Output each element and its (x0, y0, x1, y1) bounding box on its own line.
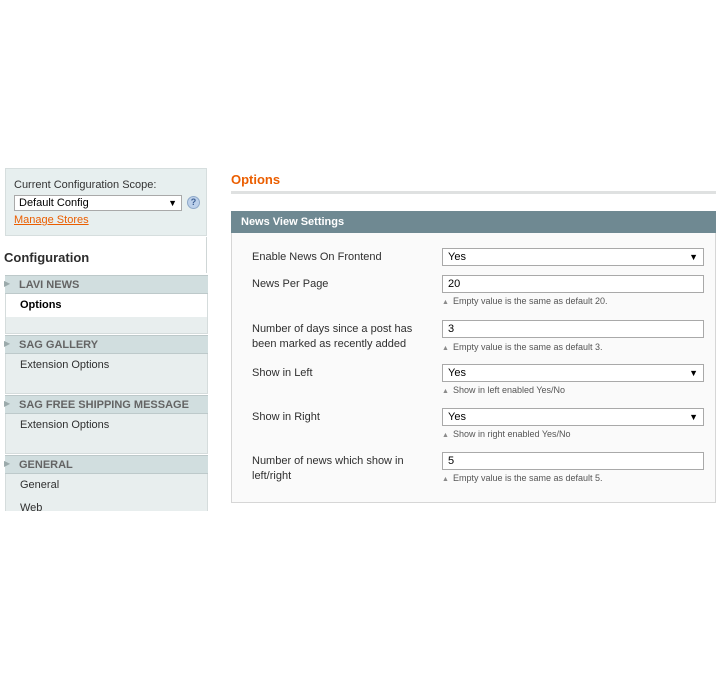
note-text: Show in left enabled Yes/No (452, 385, 566, 395)
triangle-right-icon: ▶ (4, 459, 11, 468)
sidebar-item-label: Extension Options (20, 419, 110, 431)
field-label: Number of news which show in left/right (252, 455, 404, 482)
field-note: ▲ Show in left enabled Yes/No (442, 385, 565, 395)
chevron-down-icon: ▼ (689, 368, 698, 378)
scope-label: Current Configuration Scope: (14, 179, 157, 191)
manage-stores-link[interactable]: Manage Stores (14, 214, 89, 226)
field-note: ▲ Empty value is the same as default 3. (442, 342, 603, 352)
sidebar-section-header[interactable]: ▶ SAG FREE SHIPPING MESSAGE (4, 395, 208, 414)
note-text: Show in right enabled Yes/No (452, 429, 571, 439)
sidebar-divider (5, 377, 208, 394)
page-title: Options (231, 172, 281, 187)
chevron-down-icon: ▼ (168, 198, 177, 208)
sidebar-section-label: LAVI NEWS (19, 279, 80, 291)
configuration-title-bar: Configuration (0, 237, 207, 273)
news-count-input[interactable]: 5 (442, 452, 704, 470)
sidebar-section-label: GENERAL (19, 459, 73, 471)
chevron-down-icon: ▼ (689, 252, 698, 262)
field-label: Enable News On Frontend (252, 251, 382, 263)
fieldset-header[interactable]: News View Settings (231, 211, 716, 233)
note-text: Empty value is the same as default 20. (452, 296, 608, 306)
sidebar-item-label: General (20, 479, 60, 491)
triangle-up-icon: ▲ (442, 476, 449, 483)
sidebar-item-extension-options[interactable]: Extension Options (5, 354, 208, 377)
triangle-up-icon: ▲ (442, 388, 449, 395)
triangle-up-icon: ▲ (442, 299, 449, 306)
sidebar-section-label: SAG FREE SHIPPING MESSAGE (19, 399, 189, 411)
sidebar-section-header[interactable]: ▶ LAVI NEWS (4, 275, 208, 294)
news-per-page-input[interactable]: 20 (442, 275, 704, 293)
triangle-up-icon: ▲ (442, 345, 449, 352)
sidebar-section-sag-gallery: ▶ SAG GALLERY Extension Options (4, 335, 208, 394)
sidebar-section-header[interactable]: ▶ GENERAL (4, 455, 208, 474)
show-in-left-select[interactable]: Yes ▼ (442, 364, 704, 382)
select-value: Yes (448, 411, 466, 423)
field-label: Show in Right (252, 411, 320, 423)
configuration-title: Configuration (4, 250, 90, 265)
note-text: Empty value is the same as default 3. (452, 342, 603, 352)
note-text: Empty value is the same as default 5. (452, 473, 603, 483)
select-value: Yes (448, 251, 466, 263)
news-view-settings-fieldset: Enable News On Frontend Yes ▼ News Per P… (231, 233, 716, 503)
field-label: News Per Page (252, 278, 329, 290)
help-icon[interactable]: ? (187, 196, 200, 209)
field-label: Number of days since a post has been mar… (252, 323, 413, 350)
sidebar-section-header[interactable]: ▶ SAG GALLERY (4, 335, 208, 354)
scope-select-value: Default Config (19, 197, 89, 209)
sidebar-item-web[interactable]: Web (5, 497, 208, 511)
triangle-right-icon: ▶ (4, 399, 11, 408)
recent-days-input[interactable]: 3 (442, 320, 704, 338)
show-in-right-select[interactable]: Yes ▼ (442, 408, 704, 426)
sidebar-item-label: Web (20, 502, 43, 511)
field-label: Show in Left (252, 367, 313, 379)
sidebar-item-label: Extension Options (20, 359, 110, 371)
sidebar-section-label: SAG GALLERY (19, 339, 99, 351)
sidebar-item-general[interactable]: General (5, 474, 208, 497)
sidebar-divider (5, 317, 208, 334)
chevron-down-icon: ▼ (689, 412, 698, 422)
title-divider (231, 191, 716, 194)
scope-select[interactable]: Default Config ▼ (14, 195, 182, 211)
input-value: 5 (448, 455, 455, 467)
triangle-up-icon: ▲ (442, 432, 449, 439)
sidebar-section-sag-free-shipping: ▶ SAG FREE SHIPPING MESSAGE Extension Op… (4, 395, 208, 454)
fieldset-title: News View Settings (241, 216, 345, 228)
triangle-right-icon: ▶ (4, 279, 11, 288)
select-value: Yes (448, 367, 466, 379)
triangle-right-icon: ▶ (4, 339, 11, 348)
sidebar-item-extension-options[interactable]: Extension Options (5, 414, 208, 437)
sidebar-section-lavi-news: ▶ LAVI NEWS Options (4, 275, 208, 334)
field-note: ▲ Show in right enabled Yes/No (442, 429, 571, 439)
sidebar-item-options[interactable]: Options (5, 294, 208, 317)
field-note: ▲ Empty value is the same as default 20. (442, 296, 608, 306)
input-value: 3 (448, 323, 455, 335)
scope-switcher: Current Configuration Scope: Default Con… (5, 168, 207, 236)
sidebar-divider (5, 437, 208, 454)
sidebar-item-label: Options (20, 299, 62, 311)
enable-news-select[interactable]: Yes ▼ (442, 248, 704, 266)
input-value: 20 (448, 278, 461, 290)
field-note: ▲ Empty value is the same as default 5. (442, 473, 603, 483)
sidebar-section-general: ▶ GENERAL General Web (4, 455, 208, 511)
